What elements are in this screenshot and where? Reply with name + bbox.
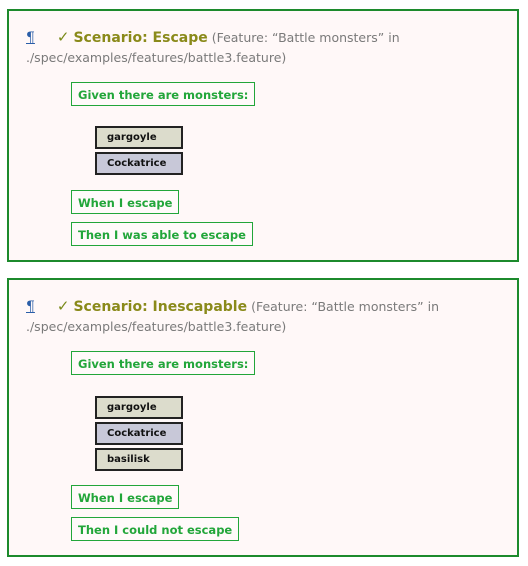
scenario-title: Scenario: Escape [73, 30, 208, 46]
pilcrow-icon[interactable]: ¶ [26, 30, 35, 46]
checkmark-icon: ✓ [56, 297, 70, 315]
then-step: Then I was able to escape [71, 222, 253, 246]
monster-cell: Cockatrice [95, 422, 183, 445]
when-step: When I escape [71, 190, 180, 214]
when-step: When I escape [71, 485, 180, 509]
pilcrow-icon[interactable]: ¶ [26, 299, 35, 315]
monster-cell: gargoyle [95, 396, 183, 419]
monster-cell: basilisk [95, 448, 183, 471]
scenario-escape: ¶ ✓ Scenario: Escape (Feature: “Battle m… [7, 9, 519, 262]
scenario-title: Scenario: Inescapable [73, 299, 248, 315]
scenario-inescapable: ¶ ✓ Scenario: Inescapable (Feature: “Bat… [7, 278, 519, 557]
monster-table: gargoyle Cockatrice basilisk [95, 396, 183, 474]
scenario-title-row: ¶ ✓ Scenario: Inescapable (Feature: “Bat… [26, 297, 496, 336]
given-step: Given there are monsters: [71, 351, 256, 375]
monster-table: gargoyle Cockatrice [95, 126, 183, 178]
monster-cell: gargoyle [95, 126, 183, 149]
given-step: Given there are monsters: [71, 82, 256, 106]
then-step: Then I could not escape [71, 517, 240, 541]
checkmark-icon: ✓ [56, 28, 70, 46]
scenario-title-row: ¶ ✓ Scenario: Escape (Feature: “Battle m… [26, 28, 496, 67]
monster-cell: Cockatrice [95, 152, 183, 175]
